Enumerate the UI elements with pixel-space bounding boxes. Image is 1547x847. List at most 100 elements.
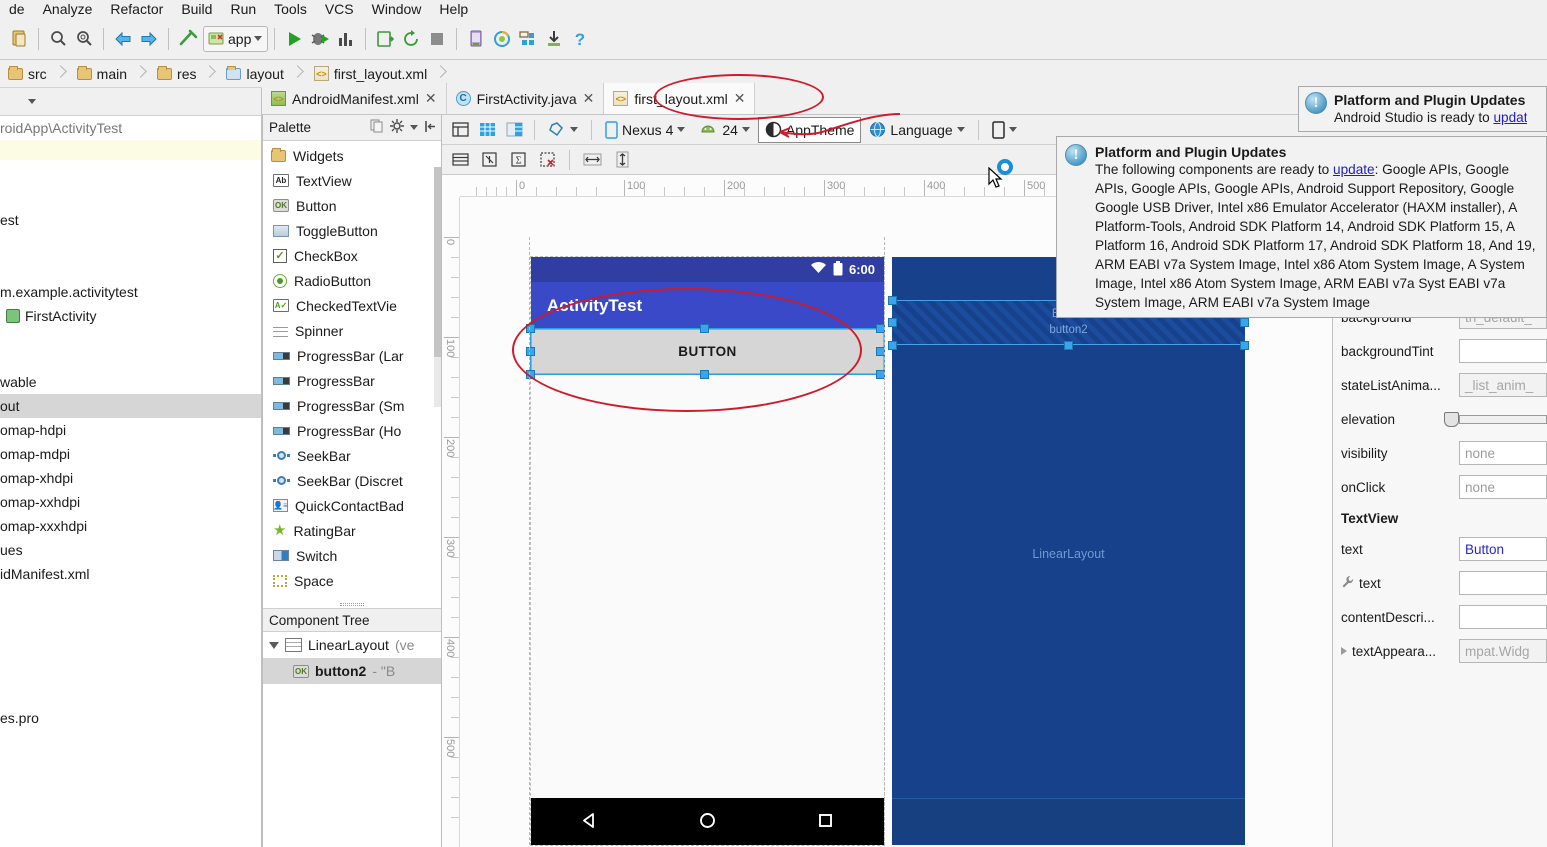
palette-item-togglebutton[interactable]: ToggleButton (263, 218, 441, 243)
palette-item-progressbar-horizontal[interactable]: ProgressBar (Ho (263, 418, 441, 443)
blueprint-handle-bl[interactable] (888, 341, 897, 350)
search-icon[interactable] (45, 26, 71, 52)
property-row-text[interactable]: text Button (1333, 532, 1547, 566)
clear-constraints-icon[interactable] (535, 148, 560, 172)
property-value[interactable]: none (1459, 441, 1547, 465)
palette-item-space[interactable]: Space (263, 568, 441, 593)
both-modes-icon[interactable] (502, 118, 527, 142)
property-row-text-resource[interactable]: text (1333, 566, 1547, 600)
expand-vertical-icon[interactable] (610, 148, 635, 172)
menu-item-window[interactable]: Window (363, 0, 431, 18)
tree-row[interactable]: wable (0, 370, 261, 394)
chevron-down-icon[interactable] (410, 125, 418, 130)
expand-all-icon[interactable]: Σ (506, 148, 531, 172)
property-value[interactable] (1459, 605, 1547, 629)
property-value[interactable]: mpat.Widg (1459, 639, 1547, 663)
palette-scrollbar[interactable] (434, 167, 441, 407)
editor-tab-firstactivity[interactable]: C FirstActivity.java ✕ (447, 83, 605, 114)
palette-item-checkedtextview[interactable]: A✓ CheckedTextVie (263, 293, 441, 318)
expand-triangle-icon[interactable] (269, 641, 279, 649)
copy-icon[interactable] (370, 119, 384, 136)
selection-handle-bm[interactable] (700, 370, 709, 379)
palette-item-spinner[interactable]: Spinner (263, 318, 441, 343)
editor-tab-first-layout[interactable]: <> first_layout.xml ✕ (604, 83, 756, 114)
blueprint-mode-icon[interactable] (475, 118, 500, 142)
chevron-down-icon[interactable] (254, 36, 263, 41)
home-icon[interactable] (697, 810, 718, 834)
download-icon[interactable] (541, 26, 567, 52)
menu-item-analyze[interactable]: Analyze (34, 0, 102, 18)
expand-arrow-icon[interactable] (1341, 647, 1347, 655)
navigate-back-icon[interactable] (110, 26, 136, 52)
navigate-forward-icon[interactable] (136, 26, 162, 52)
chevron-down-icon[interactable] (677, 127, 686, 132)
property-value[interactable]: none (1459, 475, 1547, 499)
blueprint-handle-mr[interactable] (1240, 318, 1249, 327)
property-value[interactable]: _list_anim_ (1459, 373, 1547, 397)
elevation-slider[interactable] (1444, 407, 1547, 431)
palette-item-progressbar-large[interactable]: ProgressBar (Lar (263, 343, 441, 368)
menu-item-help[interactable]: Help (430, 0, 477, 18)
selection-handle-tl[interactable] (526, 324, 535, 333)
device-selector[interactable]: Nexus 4 (599, 117, 691, 143)
palette-item-ratingbar[interactable]: ★ RatingBar (263, 518, 441, 543)
menu-item-code[interactable]: de (0, 0, 34, 18)
tree-row[interactable]: m.example.activitytest (0, 280, 261, 304)
paste-icon[interactable] (6, 26, 32, 52)
blueprint-handle-br[interactable] (1240, 341, 1249, 350)
tree-row[interactable]: est (0, 208, 261, 232)
panel-resize-handle[interactable] (340, 602, 364, 606)
sdk-manager-icon[interactable] (489, 26, 515, 52)
tree-row[interactable]: omap-hdpi (0, 418, 261, 442)
breadcrumb-item-res[interactable]: res (149, 60, 218, 87)
rendered-button[interactable]: BUTTON (531, 329, 884, 374)
design-mode-icon[interactable] (448, 118, 473, 142)
search-structurally-icon[interactable] (71, 26, 97, 52)
property-row-statelistanimator[interactable]: stateListAnima... _list_anim_ (1333, 368, 1547, 402)
blueprint-handle-tl[interactable] (888, 296, 897, 305)
back-icon[interactable] (579, 810, 600, 834)
menu-item-tools[interactable]: Tools (265, 0, 316, 18)
property-row-onclick[interactable]: onClick none (1333, 470, 1547, 504)
close-icon[interactable]: ✕ (734, 90, 746, 107)
chevron-down-icon[interactable] (28, 99, 36, 104)
tree-row[interactable]: idManifest.xml (0, 562, 261, 586)
debug-icon[interactable] (307, 26, 333, 52)
vertical-align-icon[interactable] (477, 148, 502, 172)
editor-tab-androidmanifest[interactable]: <> AndroidManifest.xml ✕ (262, 83, 447, 114)
property-row-textappearance[interactable]: textAppeara... mpat.Widg (1333, 634, 1547, 668)
property-row-backgroundtint[interactable]: backgroundTint (1333, 334, 1547, 368)
menu-item-vcs[interactable]: VCS (316, 0, 363, 18)
chevron-down-icon[interactable] (956, 127, 965, 132)
tree-row[interactable]: ues (0, 538, 261, 562)
property-row-elevation[interactable]: elevation (1333, 402, 1547, 436)
expand-horizontal-icon[interactable] (579, 148, 606, 172)
palette-item-switch[interactable]: Switch (263, 543, 441, 568)
tree-row[interactable]: FirstActivity (0, 304, 261, 328)
selection-handle-ml[interactable] (526, 347, 535, 356)
palette-item-seekbar-discrete[interactable]: SeekBar (Discret (263, 468, 441, 493)
install-apk-icon[interactable] (372, 26, 398, 52)
update-link[interactable]: update (1333, 162, 1375, 177)
tree-row[interactable]: es.pro (0, 706, 261, 730)
property-value[interactable]: Button (1459, 537, 1547, 561)
selection-handle-tm[interactable] (700, 324, 709, 333)
palette-item-seekbar[interactable]: SeekBar (263, 443, 441, 468)
palette-item-textview[interactable]: Ab TextView (263, 168, 441, 193)
layout-inspector-icon[interactable] (515, 26, 541, 52)
selection-handle-bl[interactable] (526, 370, 535, 379)
avd-manager-icon[interactable] (463, 26, 489, 52)
palette-group-widgets[interactable]: Widgets (263, 143, 441, 168)
palette-item-radiobutton[interactable]: RadioButton (263, 268, 441, 293)
sync-gradle-icon[interactable] (398, 26, 424, 52)
menu-item-build[interactable]: Build (172, 0, 221, 18)
menu-item-refactor[interactable]: Refactor (101, 0, 172, 18)
tree-row[interactable]: omap-xhdpi (0, 466, 261, 490)
component-tree-row-button2[interactable]: OK button2 - "B (263, 658, 441, 684)
profiler-icon[interactable] (333, 26, 359, 52)
palette-item-quickcontactbadge[interactable]: 👤≡ QuickContactBad (263, 493, 441, 518)
property-value[interactable] (1459, 571, 1547, 595)
build-hammer-icon[interactable] (175, 26, 201, 52)
breadcrumb-item-src[interactable]: src (0, 60, 69, 87)
help-icon[interactable]: ? (567, 26, 593, 52)
